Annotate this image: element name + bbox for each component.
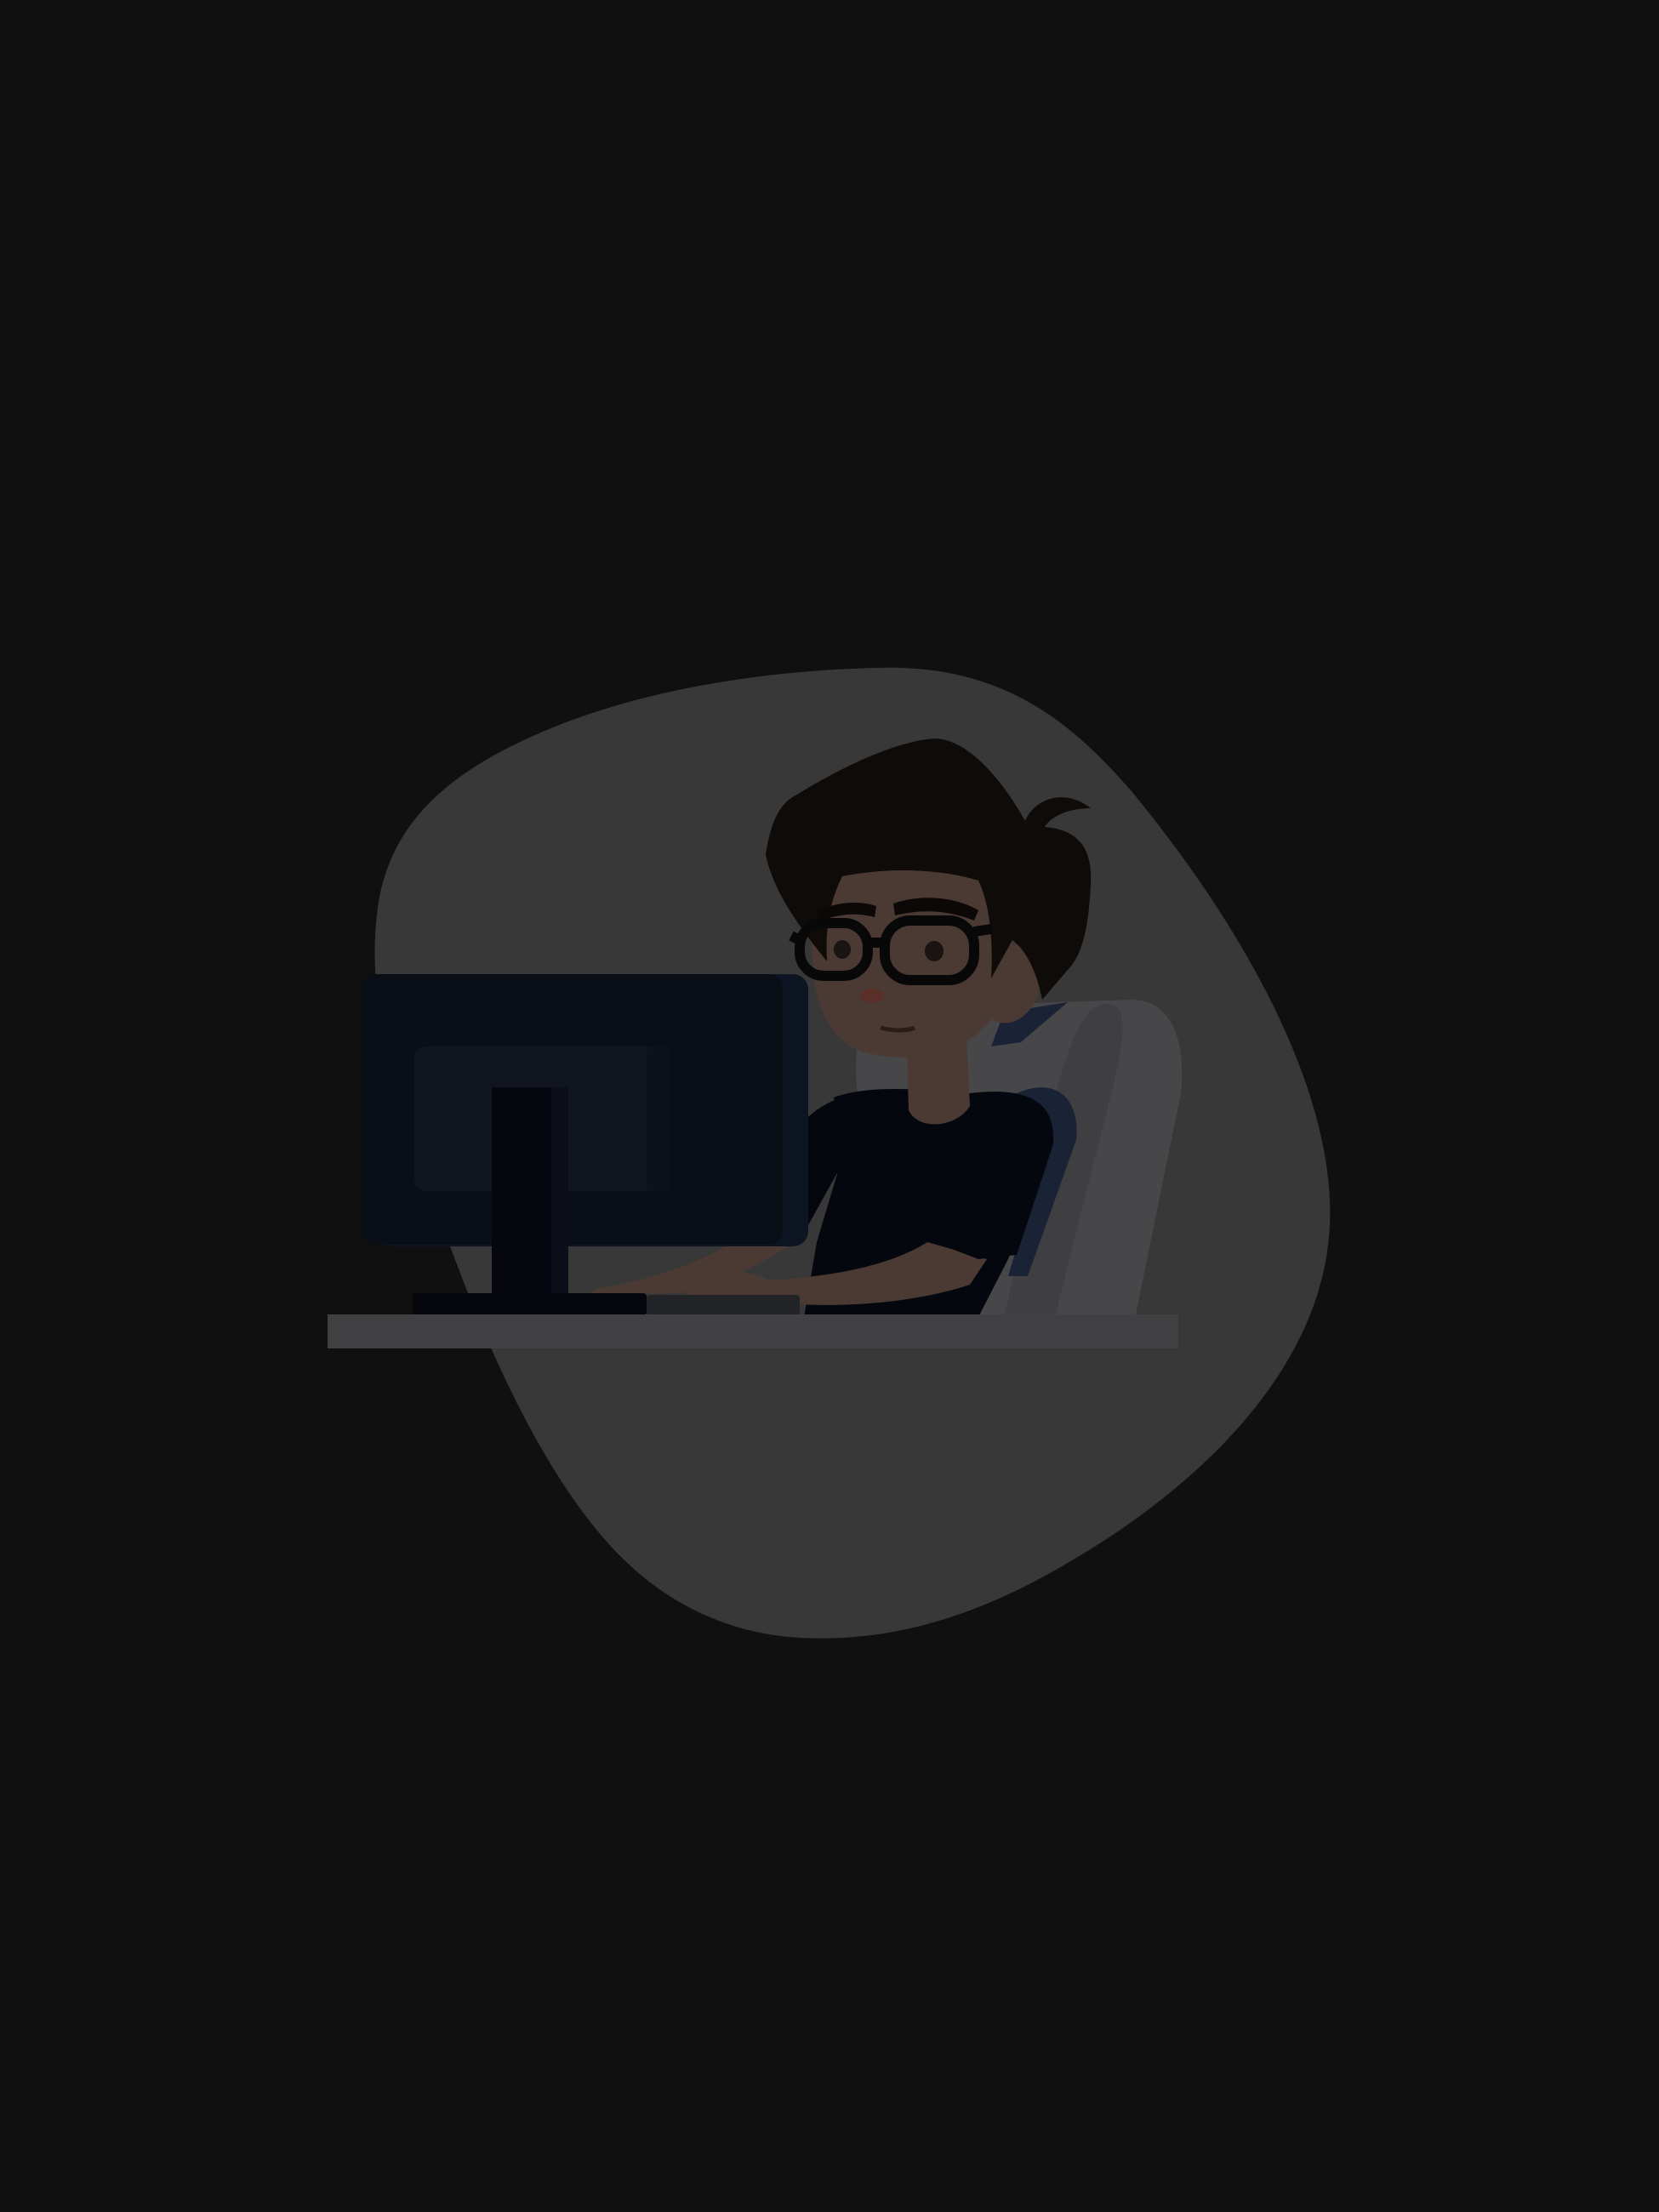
nose [860, 989, 884, 1002]
monitor-stand-neck-side [551, 1087, 568, 1298]
developer-at-computer-illustration [328, 667, 1331, 1639]
keyboard [647, 1295, 800, 1315]
right-eye [925, 941, 944, 961]
desk [328, 1314, 1178, 1348]
monitor-stand-base [413, 1293, 647, 1315]
monitor-screen-panel-edge [647, 1046, 670, 1191]
illustration-page [0, 0, 1659, 2212]
left-eye [834, 940, 851, 959]
